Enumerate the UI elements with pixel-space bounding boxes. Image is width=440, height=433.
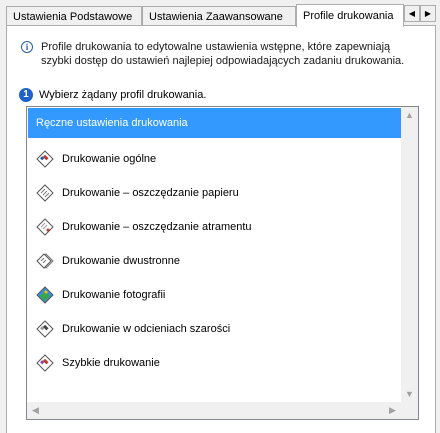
fast-print-icon — [36, 354, 54, 372]
general-print-icon — [36, 150, 54, 168]
grayscale-print-icon — [36, 320, 54, 338]
list-item-general-print[interactable]: Drukowanie ogólne — [28, 144, 401, 174]
list-item-manual-settings[interactable]: Ręczne ustawienia drukowania — [28, 108, 401, 138]
list-item-photo-print[interactable]: Drukowanie fotografii — [28, 280, 401, 310]
tab-scroll-left-button[interactable]: ◀ — [404, 5, 420, 22]
step-number-icon: 1 — [19, 88, 33, 102]
list-item-duplex-print[interactable]: Drukowanie dwustronne — [28, 246, 401, 276]
list-item-fast-print[interactable]: Szybkie drukowanie — [28, 348, 401, 378]
list-item-label: Drukowanie ogólne — [62, 153, 157, 165]
horizontal-scrollbar[interactable]: ◀ ▶ — [27, 402, 401, 419]
list-item-label: Drukowanie – oszczędzanie atramentu — [62, 221, 252, 233]
info-text: Profile drukowania to edytowalne ustawie… — [41, 41, 405, 67]
paper-saving-icon — [36, 184, 54, 202]
list-item-ink-saving[interactable]: Drukowanie – oszczędzanie atramentu — [28, 212, 401, 242]
tab-print-profiles[interactable]: Profile drukowania — [296, 4, 404, 27]
photo-print-icon — [36, 286, 54, 304]
scrollbar-corner — [401, 402, 418, 419]
tab-advanced-settings[interactable]: Ustawienia Zaawansowane — [142, 6, 296, 26]
list-item-paper-saving[interactable]: Drukowanie – oszczędzanie papieru — [28, 178, 401, 208]
list-item-label: Drukowanie w odcieniach szarości — [62, 323, 231, 335]
tab-basic-settings[interactable]: Ustawienia Podstawowe — [6, 6, 142, 26]
scroll-down-arrow-icon[interactable]: ▼ — [401, 386, 418, 403]
list-item-grayscale-print[interactable]: Drukowanie w odcieniach szarości — [28, 314, 401, 344]
list-item-label: Ręczne ustawienia drukowania — [36, 117, 188, 129]
tab-strip: Ustawienia Podstawowe Ustawienia Zaawans… — [6, 4, 436, 27]
ink-saving-icon — [36, 218, 54, 236]
duplex-print-icon — [36, 253, 54, 269]
scroll-right-arrow-icon[interactable]: ▶ — [384, 402, 401, 419]
list-item-label: Szybkie drukowanie — [62, 357, 160, 369]
vertical-scrollbar[interactable]: ▲ ▼ — [401, 107, 418, 403]
scroll-up-arrow-icon[interactable]: ▲ — [401, 107, 418, 124]
list-item-label: Drukowanie dwustronne — [62, 255, 181, 267]
list-item-label: Drukowanie – oszczędzanie papieru — [62, 187, 239, 199]
list-item-label: Drukowanie fotografii — [62, 289, 166, 301]
scroll-left-arrow-icon[interactable]: ◀ — [27, 402, 44, 419]
info-icon: i — [21, 41, 33, 53]
profile-listbox[interactable]: Ręczne ustawienia drukowania Drukowanie … — [26, 106, 419, 420]
tab-scroll-right-button[interactable]: ▶ — [420, 5, 436, 22]
step-label: Wybierz żądany profil drukowania. — [39, 89, 207, 101]
